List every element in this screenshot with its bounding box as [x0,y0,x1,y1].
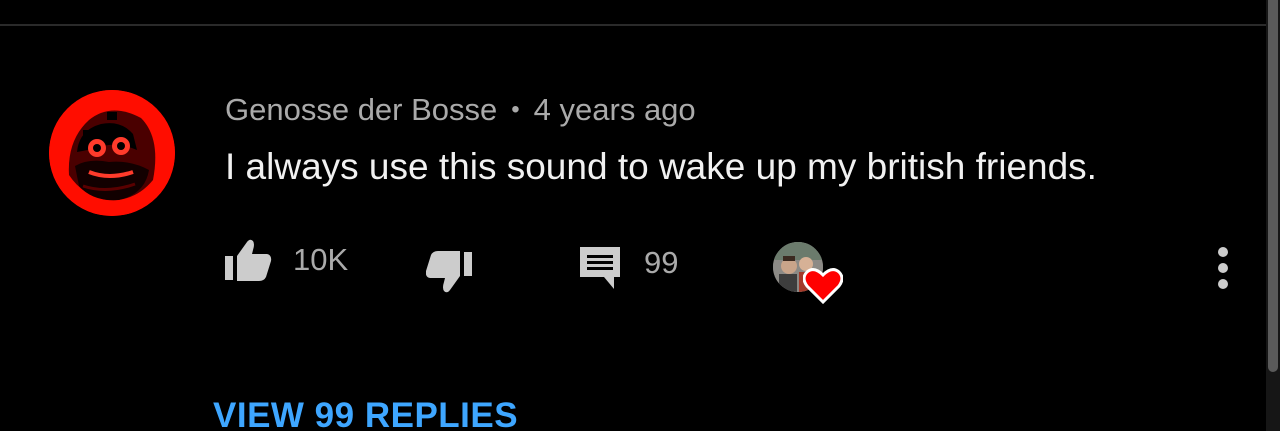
scrollbar-track[interactable] [1266,0,1280,431]
reply-button[interactable]: 99 [578,245,678,291]
comment-header: Genosse der Bosse • 4 years ago [225,92,696,128]
heart-icon [803,268,843,304]
vertical-dots-icon [1218,247,1228,289]
author-avatar[interactable] [49,90,175,216]
thumbs-down-icon [426,251,472,293]
view-replies-link[interactable]: VIEW 99 REPLIES [213,396,518,431]
comment-bubble-icon [580,247,620,289]
like-count: 10K [293,242,349,277]
comment-item: Genosse der Bosse • 4 years ago I always… [0,0,1266,431]
dislike-button[interactable] [426,250,472,294]
like-button[interactable]: 10K [225,238,348,282]
comments-page: Genosse der Bosse • 4 years ago I always… [0,0,1280,431]
comment-text: I always use this sound to wake up my br… [225,146,1097,187]
comment-timestamp[interactable]: 4 years ago [534,92,696,128]
author-name[interactable]: Genosse der Bosse [225,92,497,128]
reply-count: 99 [644,245,679,280]
thumbs-up-icon [225,239,272,281]
more-options-button[interactable] [1208,244,1238,292]
creator-heart-badge [773,242,843,306]
header-separator: • [511,96,520,123]
scrollbar-thumb[interactable] [1268,0,1278,372]
avatar-face-icon [49,90,175,216]
